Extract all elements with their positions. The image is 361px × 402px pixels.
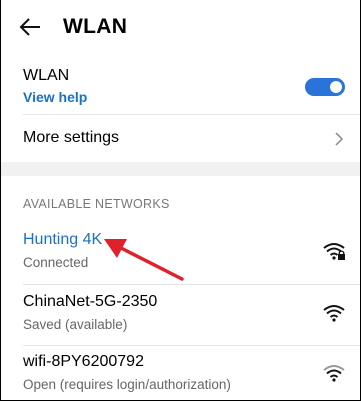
network-name: wifi-8PY6200792	[23, 353, 144, 370]
network-item-wifi-8py6200792[interactable]: wifi-8PY6200792 Open (requires login/aut…	[1, 353, 360, 400]
available-networks-heading: AVAILABLE NETWORKS	[23, 197, 170, 211]
network-name: Hunting 4K	[23, 231, 103, 248]
wifi-lock-icon	[323, 243, 345, 260]
network-status: Saved (available)	[23, 317, 128, 332]
wifi-icon	[323, 305, 345, 322]
page-title: WLAN	[63, 15, 128, 38]
divider	[23, 284, 360, 285]
back-arrow-icon[interactable]	[19, 17, 41, 37]
view-help-link[interactable]: View help	[23, 89, 87, 105]
network-status: Open (requires login/authorization)	[23, 377, 231, 392]
app-bar: WLAN	[1, 0, 360, 56]
toggle-knob	[330, 81, 342, 93]
network-item-hunting-4k[interactable]: Hunting 4K Connected	[1, 231, 360, 285]
divider	[23, 345, 360, 346]
wlan-toggle[interactable]	[305, 78, 345, 96]
section-separator	[1, 162, 360, 176]
wlan-settings-screen: WLAN WLAN View help More settings AVAILA…	[0, 0, 361, 401]
more-settings-label: More settings	[23, 129, 120, 146]
wlan-toggle-row: WLAN View help	[1, 62, 360, 110]
chevron-right-icon	[335, 132, 344, 146]
wlan-label: WLAN	[23, 67, 70, 84]
network-name: ChinaNet-5G-2350	[23, 293, 158, 310]
network-status: Connected	[23, 255, 89, 270]
more-settings-row[interactable]: More settings	[1, 116, 360, 160]
wifi-icon	[323, 365, 345, 382]
network-item-chinanet-5g-2350[interactable]: ChinaNet-5G-2350 Saved (available)	[1, 293, 360, 347]
divider	[23, 114, 360, 115]
